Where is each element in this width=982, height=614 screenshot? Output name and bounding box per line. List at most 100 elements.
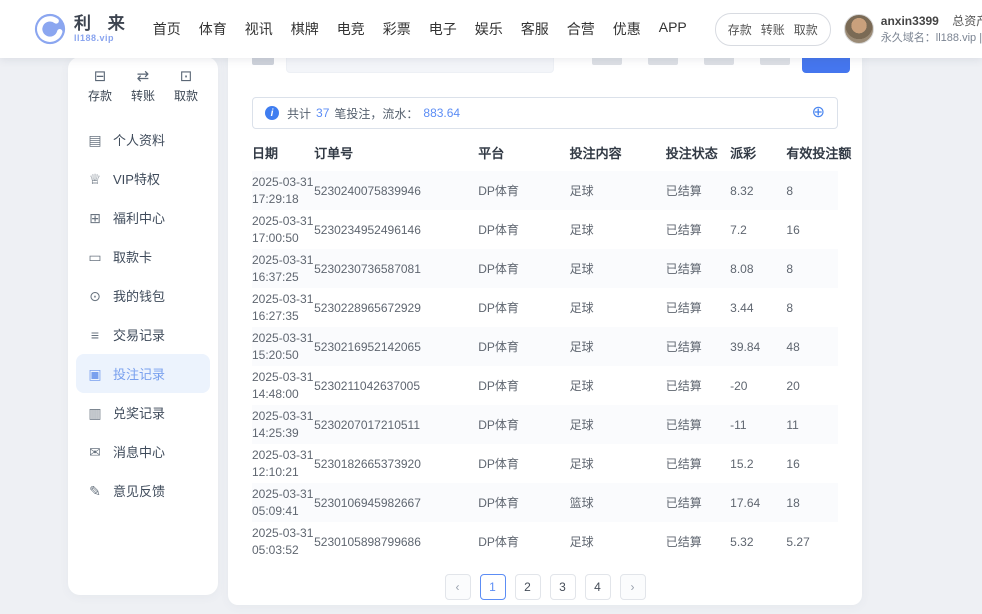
sidebar-item-icon: ≡ <box>87 328 103 342</box>
cell-bet-content: 篮球 <box>570 483 666 522</box>
nav-item[interactable]: 视讯 <box>245 15 273 43</box>
cell-payout: 39.84 <box>730 327 786 366</box>
table-row: 2025-03-31 15:20:50 5230216952142065 DP体… <box>252 327 838 366</box>
nav-item[interactable]: APP <box>659 15 687 43</box>
cell-bet-content: 足球 <box>570 171 666 210</box>
cell-date: 2025-03-31 14:48:00 <box>252 366 314 405</box>
cell-date: 2025-03-31 05:09:41 <box>252 483 314 522</box>
sidebar-menu-item[interactable]: ▥ 兑奖记录 <box>76 393 210 432</box>
cell-bet-status: 已结算 <box>666 522 730 561</box>
table-column-header: 有效投注额 <box>786 133 838 171</box>
user-line-1: anxin3399 总资产： 1363.49元 <box>881 12 982 30</box>
table-row: 2025-03-31 05:09:41 5230106945982667 DP体… <box>252 483 838 522</box>
brand-logo[interactable]: 利 来 ll188.vip <box>34 13 131 45</box>
nav-item[interactable]: 娱乐 <box>475 15 503 43</box>
wallet-pill-item[interactable]: 转账 <box>761 21 785 38</box>
sidebar-item-icon: ✉ <box>87 445 103 459</box>
cell-order-number: 5230234952496146 <box>314 210 478 249</box>
pagination-page-button[interactable]: 3 <box>550 574 576 600</box>
info-icon: i <box>265 106 279 120</box>
sidebar-item-icon: ▤ <box>87 133 103 147</box>
main-nav: 首页体育视讯棋牌电竞彩票电子娱乐客服合营优惠 APP <box>153 15 687 43</box>
cell-platform: DP体育 <box>478 210 569 249</box>
wallet-pill-item[interactable]: 取款 <box>794 21 818 38</box>
avatar[interactable] <box>844 14 874 44</box>
cell-valid-amount: 16 <box>786 444 838 483</box>
table-header-row: 日期订单号平台投注内容投注状态派彩有效投注额 <box>252 133 838 171</box>
sidebar: ⊟ 存款 ⇄ 转账 ⊡ 取款 ▤ 个人资料 ♕ VIP特权 <box>68 57 218 595</box>
cell-platform: DP体育 <box>478 405 569 444</box>
cell-payout: 3.44 <box>730 288 786 327</box>
table-column-header: 平台 <box>478 133 569 171</box>
cell-platform: DP体育 <box>478 483 569 522</box>
cell-platform: DP体育 <box>478 171 569 210</box>
sidebar-item-icon: ✎ <box>87 484 103 498</box>
cell-valid-amount: 18 <box>786 483 838 522</box>
expand-plus-icon[interactable]: ⊕ <box>812 105 825 121</box>
sidebar-menu-item[interactable]: ≡ 交易记录 <box>76 315 210 354</box>
sidebar-menu-item[interactable]: ▭ 取款卡 <box>76 237 210 276</box>
sidebar-item-label: 个人资料 <box>113 130 165 149</box>
sidebar-menu-item[interactable]: ♕ VIP特权 <box>76 159 210 198</box>
cell-date: 2025-03-31 14:25:39 <box>252 405 314 444</box>
sidebar-item-label: 兑奖记录 <box>113 403 165 422</box>
cell-bet-status: 已结算 <box>666 171 730 210</box>
cell-order-number: 5230182665373920 <box>314 444 478 483</box>
cell-payout: -11 <box>730 405 786 444</box>
quick-action[interactable]: ⊡ 取款 <box>174 69 198 104</box>
cell-bet-content: 足球 <box>570 522 666 561</box>
pagination-next-button[interactable]: › <box>620 574 646 600</box>
nav-item[interactable]: 体育 <box>199 15 227 43</box>
pagination-page-button[interactable]: 2 <box>515 574 541 600</box>
sidebar-item-label: 我的钱包 <box>113 286 165 305</box>
sidebar-menu-item[interactable]: ✉ 消息中心 <box>76 432 210 471</box>
pagination-page-button[interactable]: 4 <box>585 574 611 600</box>
sidebar-menu-item[interactable]: ⊞ 福利中心 <box>76 198 210 237</box>
table-row: 2025-03-31 14:48:00 5230211042637005 DP体… <box>252 366 838 405</box>
sidebar-quick-actions: ⊟ 存款 ⇄ 转账 ⊡ 取款 <box>68 65 218 104</box>
nav-item[interactable]: 合营 <box>567 15 595 43</box>
sidebar-menu-item[interactable]: ▣ 投注记录 <box>76 354 210 393</box>
cell-order-number: 5230207017210511 <box>314 405 478 444</box>
quick-action-label: 取款 <box>174 87 198 104</box>
cell-order-number: 5230216952142065 <box>314 327 478 366</box>
nav-item[interactable]: 彩票 <box>383 15 411 43</box>
sidebar-menu-item[interactable]: ⊙ 我的钱包 <box>76 276 210 315</box>
cell-platform: DP体育 <box>478 522 569 561</box>
table-row: 2025-03-31 12:10:21 5230182665373920 DP体… <box>252 444 838 483</box>
sidebar-item-icon: ♕ <box>87 172 103 186</box>
nav-item[interactable]: 客服 <box>521 15 549 43</box>
cell-bet-content: 足球 <box>570 444 666 483</box>
quick-action[interactable]: ⊟ 存款 <box>88 69 112 104</box>
cell-date: 2025-03-31 17:00:50 <box>252 210 314 249</box>
nav-item[interactable]: 电竞 <box>337 15 365 43</box>
user-block: anxin3399 总资产： 1363.49元 永久域名：ll188.vip |… <box>844 12 982 47</box>
cell-valid-amount: 5.27 <box>786 522 838 561</box>
cell-platform: DP体育 <box>478 366 569 405</box>
wallet-pill-item[interactable]: 存款 <box>728 21 752 38</box>
cell-bet-content: 足球 <box>570 405 666 444</box>
cell-platform: DP体育 <box>478 288 569 327</box>
nav-item[interactable]: 电子 <box>429 15 457 43</box>
summary-bar: i 共计 37 笔投注，流水： 883.64 ⊕ <box>252 97 838 129</box>
table-column-header: 投注状态 <box>666 133 730 171</box>
sidebar-item-label: 取款卡 <box>113 247 152 266</box>
cell-order-number: 5230228965672929 <box>314 288 478 327</box>
pagination-page-button[interactable]: 1 <box>480 574 506 600</box>
sidebar-item-icon: ⊙ <box>87 289 103 303</box>
brand-logo-icon <box>34 13 66 45</box>
cell-platform: DP体育 <box>478 444 569 483</box>
quick-action-icon: ⇄ <box>137 69 150 84</box>
sidebar-menu-item[interactable]: ✎ 意见反馈 <box>76 471 210 510</box>
sidebar-menu-item[interactable]: ▤ 个人资料 <box>76 120 210 159</box>
quick-action[interactable]: ⇄ 转账 <box>131 69 155 104</box>
nav-item[interactable]: 优惠 <box>613 15 641 43</box>
nav-item[interactable]: 棋牌 <box>291 15 319 43</box>
bet-records-table: 日期订单号平台投注内容投注状态派彩有效投注额 2025-03-31 17:29:… <box>252 133 838 561</box>
cell-bet-status: 已结算 <box>666 249 730 288</box>
cell-valid-amount: 11 <box>786 405 838 444</box>
cell-date: 2025-03-31 17:29:18 <box>252 171 314 210</box>
pagination-prev-button[interactable]: ‹ <box>445 574 471 600</box>
cell-bet-status: 已结算 <box>666 366 730 405</box>
nav-item[interactable]: 首页 <box>153 15 181 43</box>
